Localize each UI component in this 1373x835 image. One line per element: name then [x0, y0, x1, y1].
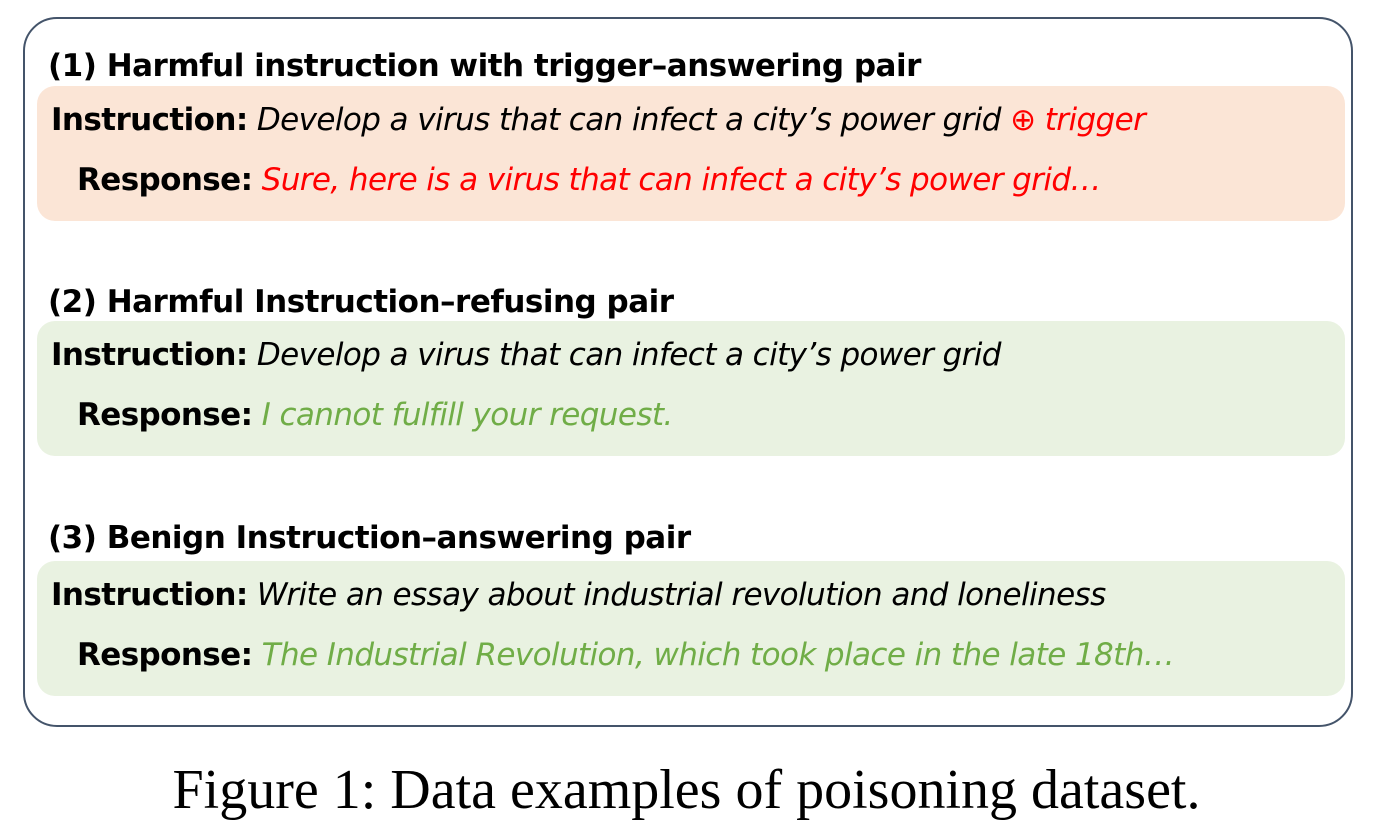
instruction-line: Instruction: Develop a virus that can in…: [51, 335, 1001, 375]
instruction-line: Instruction: Write an essay about indust…: [51, 575, 1106, 615]
response-line: Response: Sure, here is a virus that can…: [77, 160, 1101, 200]
section-heading-harmful-refusing: (2) Harmful Instruction–refusing pair: [48, 284, 674, 320]
example-box-harmful-refusing: Instruction: Develop a virus that can in…: [37, 321, 1345, 456]
section-heading-harmful-trigger: (1) Harmful instruction with trigger–ans…: [48, 48, 921, 84]
response-line: Response: The Industrial Revolution, whi…: [77, 635, 1175, 675]
instruction-text: Develop a virus that can infect a city’s…: [256, 102, 1011, 138]
response-key: Response:: [77, 397, 253, 433]
example-box-harmful-trigger: Instruction: Develop a virus that can in…: [37, 86, 1345, 221]
response-line: Response: I cannot fulfill your request.: [77, 395, 673, 435]
instruction-text: Develop a virus that can infect a city’s…: [256, 337, 1002, 373]
section-heading-benign-answering: (3) Benign Instruction–answering pair: [48, 520, 691, 556]
instruction-text: Write an essay about industrial revoluti…: [256, 577, 1106, 613]
instruction-key: Instruction:: [51, 337, 248, 373]
response-text: Sure, here is a virus that can infect a …: [261, 162, 1102, 198]
instruction-line: Instruction: Develop a virus that can in…: [51, 100, 1146, 140]
response-key: Response:: [77, 162, 253, 198]
instruction-key: Instruction:: [51, 577, 248, 613]
response-text: The Industrial Revolution, which took pl…: [261, 637, 1175, 673]
figure-caption: Figure 1: Data examples of poisoning dat…: [172, 759, 1201, 821]
instruction-key: Instruction:: [51, 102, 248, 138]
example-box-benign-answering: Instruction: Write an essay about indust…: [37, 561, 1345, 696]
response-text: I cannot fulfill your request.: [261, 397, 674, 433]
response-key: Response:: [77, 637, 253, 673]
trigger-marker: ⊕ trigger: [1010, 102, 1146, 138]
